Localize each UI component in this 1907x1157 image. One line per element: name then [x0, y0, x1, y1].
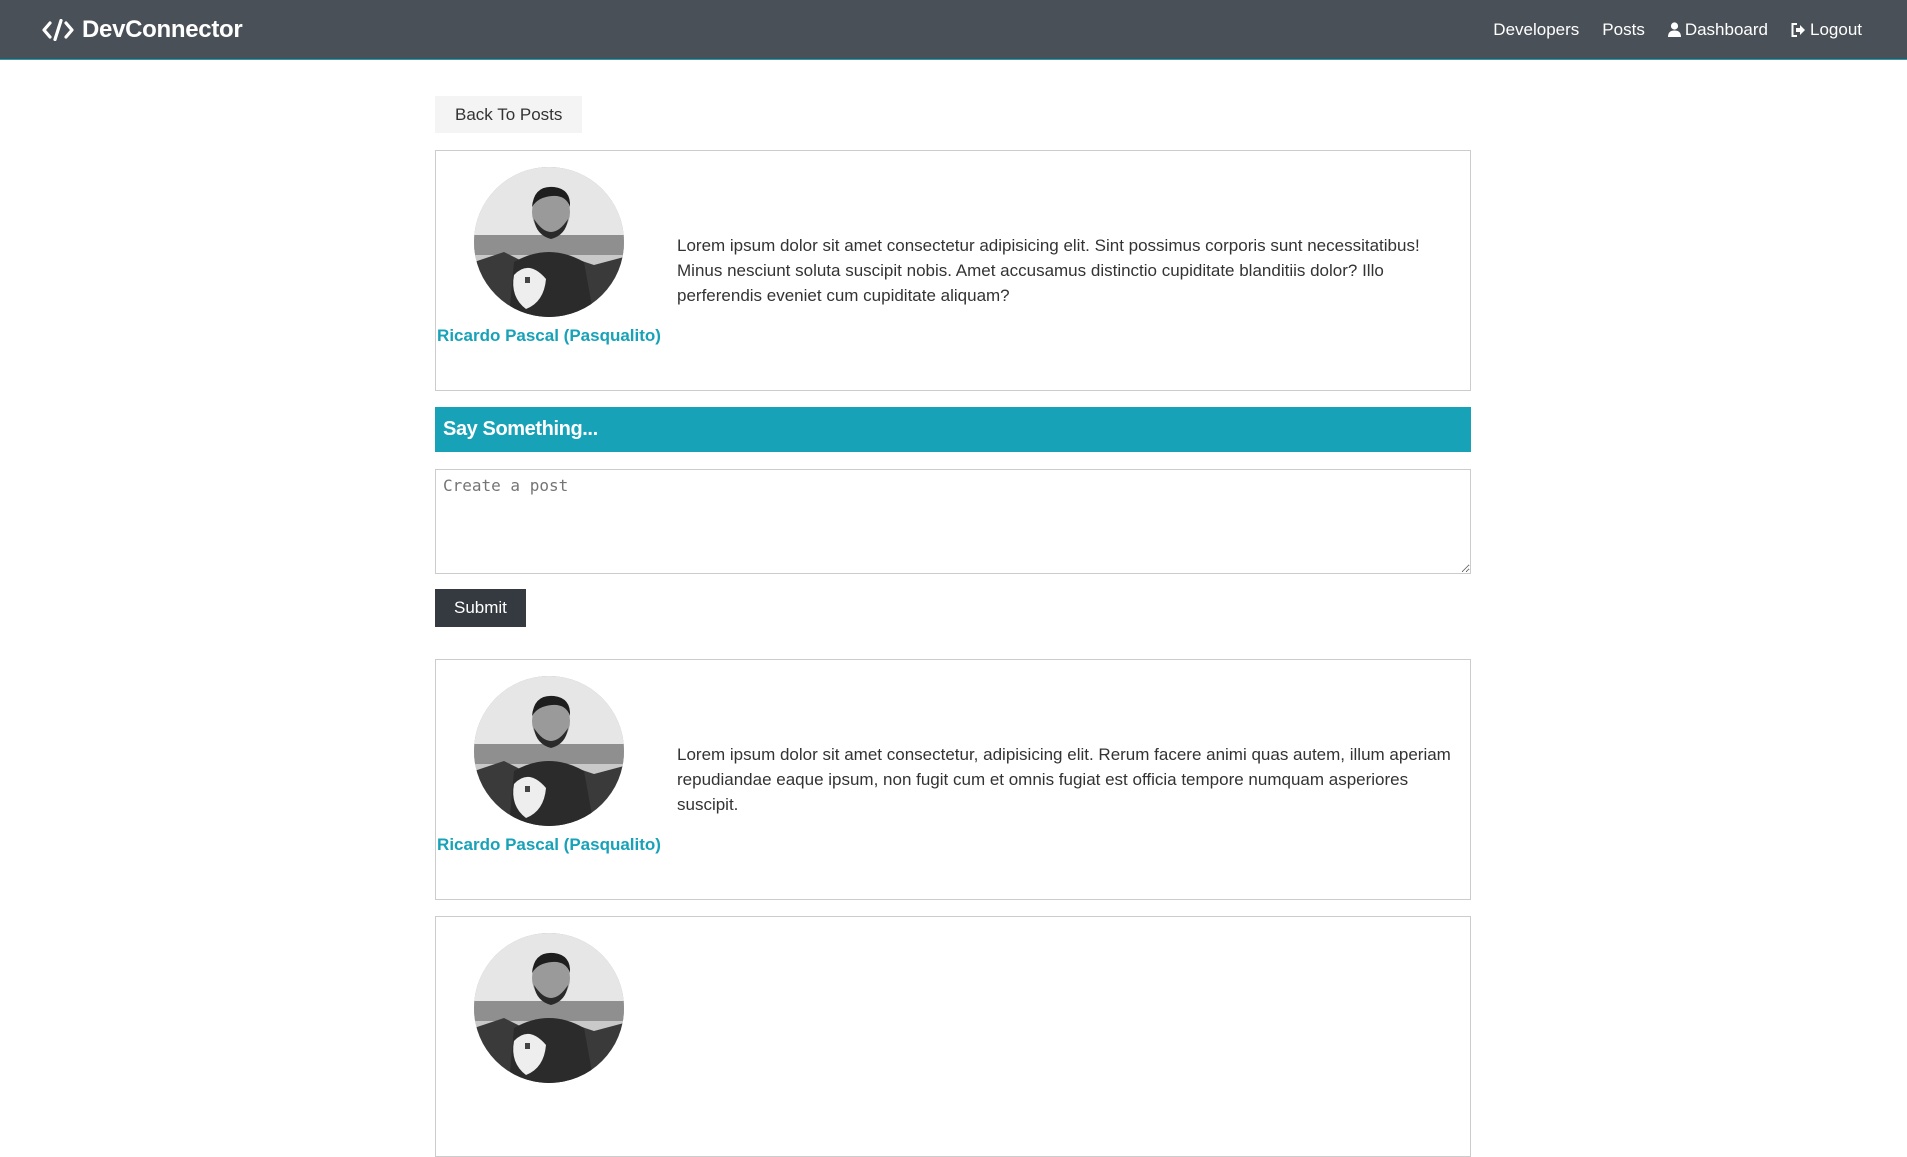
- comment-text: Lorem ipsum dolor sit amet consectetur, …: [677, 745, 1451, 814]
- nav-dashboard-label: Dashboard: [1684, 19, 1768, 39]
- nav-dashboard-link[interactable]: Dashboard: [1667, 19, 1768, 40]
- post-card: Ricardo Pascal (Pasqualito) Lorem ipsum …: [435, 150, 1471, 391]
- author-name: Ricardo Pascal (Pasqualito): [437, 326, 661, 345]
- brand-link[interactable]: DevConnector: [42, 15, 243, 44]
- nav-developers-link[interactable]: Developers: [1493, 20, 1579, 40]
- avatar: [474, 933, 624, 1083]
- post-text: Lorem ipsum dolor sit amet consectetur a…: [677, 236, 1420, 305]
- avatar: [474, 167, 624, 317]
- nav-logout-label: Logout: [1810, 19, 1862, 39]
- author-name: Ricardo Pascal (Pasqualito): [437, 835, 661, 854]
- comment-form-heading: Say Something...: [443, 418, 598, 440]
- comment-textarea[interactable]: [435, 469, 1471, 574]
- submit-button[interactable]: Submit: [435, 589, 526, 627]
- comment-author-link[interactable]: Ricardo Pascal (Pasqualito): [436, 676, 662, 857]
- post-author-link[interactable]: Ricardo Pascal (Pasqualito): [436, 167, 662, 348]
- brand-text: DevConnector: [82, 15, 243, 43]
- sign-out-icon: [1791, 22, 1806, 37]
- nav-posts-link[interactable]: Posts: [1602, 20, 1645, 40]
- nav-links: Developers Posts Dashboard Logout: [1493, 20, 1862, 40]
- avatar: [474, 676, 624, 826]
- back-to-posts-button[interactable]: Back To Posts: [435, 96, 583, 133]
- code-icon: [42, 18, 74, 41]
- navbar: DevConnector Developers Posts Dashboard …: [0, 0, 1907, 60]
- comment-author-link[interactable]: [436, 933, 662, 1083]
- comment-card: [435, 916, 1471, 1157]
- user-icon: [1667, 22, 1681, 37]
- comment-form-header: Say Something...: [435, 407, 1471, 452]
- nav-logout-link[interactable]: Logout: [1791, 20, 1862, 40]
- comment-card: Ricardo Pascal (Pasqualito) Lorem ipsum …: [435, 659, 1471, 900]
